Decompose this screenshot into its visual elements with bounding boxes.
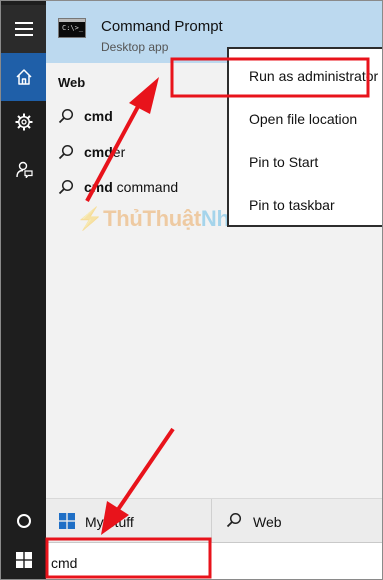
- cortana-button[interactable]: [1, 497, 46, 545]
- context-menu-item-run-as-administrator[interactable]: Run as administrator: [249, 68, 378, 84]
- hamburger-menu-button[interactable]: [1, 5, 46, 53]
- settings-gear-icon: [15, 113, 32, 131]
- search-icon: [58, 108, 74, 124]
- home-button[interactable]: [1, 53, 46, 101]
- start-sidebar: [1, 1, 46, 579]
- search-box: [46, 542, 382, 579]
- cortana-circle-icon: [16, 514, 31, 528]
- search-icon: [58, 144, 74, 160]
- home-icon: [15, 69, 32, 85]
- search-icon: [226, 512, 242, 528]
- context-menu: Run as administrator Open file location …: [227, 47, 382, 227]
- web-result-label: cmd command: [84, 179, 179, 195]
- start-button[interactable]: [1, 539, 46, 579]
- best-match-title: Command Prompt: [101, 18, 223, 35]
- search-results-panel: C:\>_ Command Prompt Desktop app Web cmd…: [46, 1, 382, 579]
- filter-web[interactable]: Web: [253, 514, 282, 530]
- search-input[interactable]: [51, 551, 201, 575]
- feedback-button[interactable]: [1, 145, 46, 193]
- search-filter-bar: My stuff Web: [46, 498, 382, 543]
- search-icon: [58, 179, 74, 195]
- context-menu-item-open-file-location[interactable]: Open file location: [249, 111, 357, 127]
- context-menu-item-pin-to-start[interactable]: Pin to Start: [249, 154, 318, 170]
- settings-button[interactable]: [1, 98, 46, 146]
- context-menu-item-pin-to-taskbar[interactable]: Pin to taskbar: [249, 197, 335, 213]
- filter-my-stuff[interactable]: My stuff: [85, 514, 134, 530]
- windows-logo-icon: [59, 513, 75, 529]
- start-menu-window: C:\>_ Command Prompt Desktop app Web cmd…: [0, 0, 383, 580]
- windows-start-icon: [15, 552, 32, 568]
- filter-divider: [211, 499, 212, 543]
- best-match-subtitle: Desktop app: [101, 40, 169, 54]
- feedback-icon: [15, 161, 33, 178]
- web-result-label: cmd: [84, 108, 113, 124]
- hamburger-menu-icon: [14, 22, 33, 36]
- command-prompt-icon: C:\>_: [58, 18, 86, 38]
- web-result-label: cmder: [84, 144, 126, 160]
- section-label-web: Web: [58, 75, 86, 90]
